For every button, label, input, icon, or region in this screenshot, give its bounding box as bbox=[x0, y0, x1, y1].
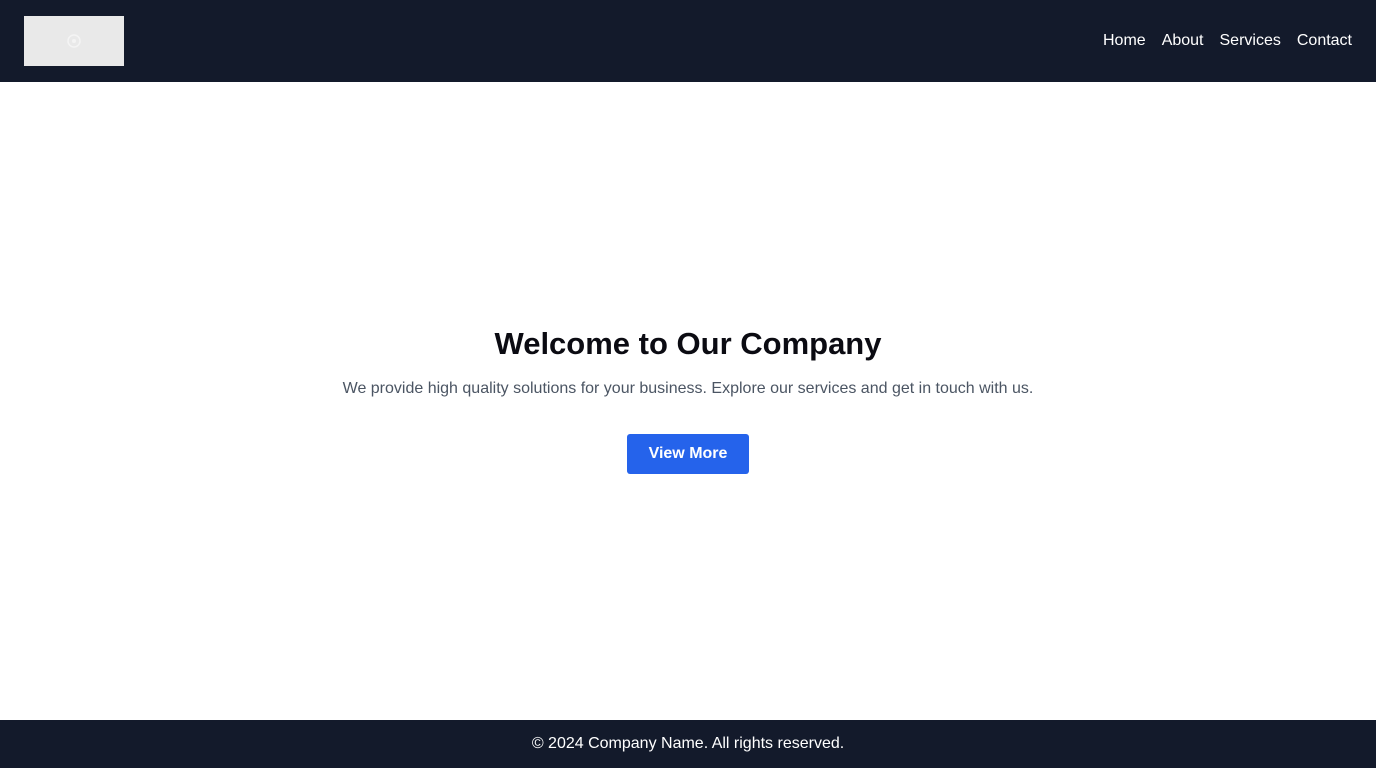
page: Home About Services Contact Welcome to O… bbox=[0, 0, 1376, 768]
image-placeholder-icon bbox=[67, 34, 81, 48]
view-more-button[interactable]: View More bbox=[627, 433, 749, 474]
hero-section: Welcome to Our Company We provide high q… bbox=[0, 82, 1376, 720]
copyright-text: © 2024 Company Name. All rights reserved… bbox=[531, 735, 845, 752]
main-nav: Home About Services Contact bbox=[1103, 31, 1352, 51]
nav-link-contact[interactable]: Contact bbox=[1297, 31, 1352, 51]
site-header: Home About Services Contact bbox=[0, 0, 1376, 82]
hero-subtitle: We provide high quality solutions for yo… bbox=[342, 379, 1034, 397]
logo[interactable] bbox=[24, 16, 124, 66]
site-footer: © 2024 Company Name. All rights reserved… bbox=[0, 720, 1376, 768]
nav-link-services[interactable]: Services bbox=[1220, 31, 1281, 51]
hero-title: Welcome to Our Company bbox=[494, 325, 882, 361]
nav-link-about[interactable]: About bbox=[1162, 31, 1204, 51]
nav-link-home[interactable]: Home bbox=[1103, 31, 1146, 51]
